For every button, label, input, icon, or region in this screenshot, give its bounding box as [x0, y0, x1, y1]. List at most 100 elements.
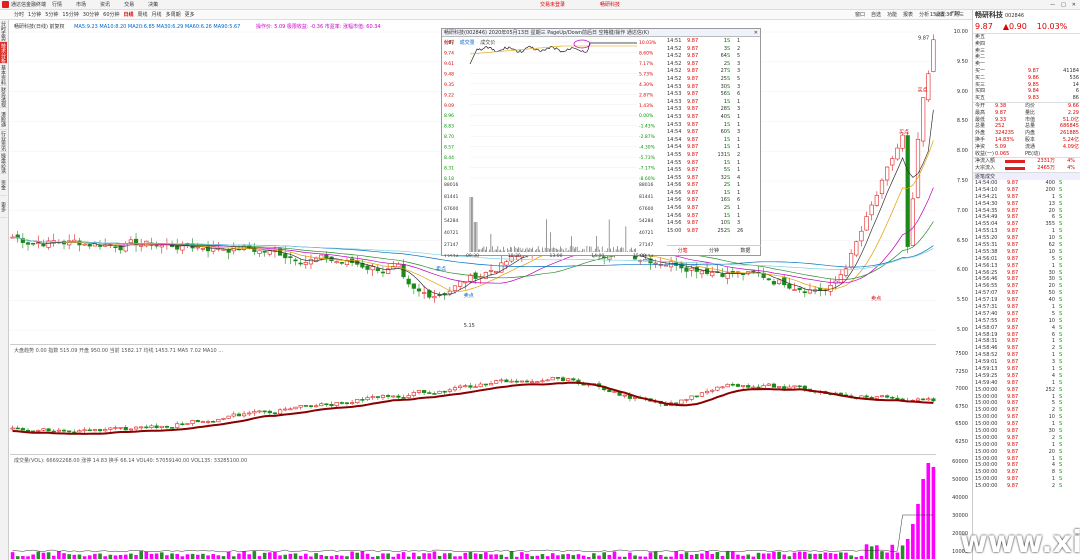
tick-row[interactable]: 14:54 9.87 60 S 3: [667, 129, 761, 137]
tick-row[interactable]: 14:56 9.87 2 S 1: [667, 205, 761, 213]
deal-row[interactable]: 14:56:55 9.87 20 S: [973, 283, 1080, 290]
menu-item[interactable]: 资讯: [100, 1, 110, 8]
deal-row[interactable]: 14:57:40 9.87 5 S: [973, 311, 1080, 318]
tick-row[interactable]: 14:55 9.87 32 S 4: [667, 175, 761, 183]
tick-row[interactable]: 14:52 9.87 25 S 5: [667, 76, 761, 84]
tick-row[interactable]: 14:53 9.87 1 S 1: [667, 122, 761, 130]
deal-row[interactable]: 14:58:07 9.87 4 S: [973, 325, 1080, 332]
maximize-icon[interactable]: □: [1061, 2, 1066, 8]
tick-row[interactable]: 14:53 9.87 40 S 1: [667, 114, 761, 122]
deal-row[interactable]: 14:55:13 9.87 1 S: [973, 228, 1080, 235]
deal-row[interactable]: 15:00:00 9.87 1 S: [973, 394, 1080, 401]
volume-chart[interactable]: [10, 455, 936, 560]
left-nav-tab[interactable]: 分时走势: [0, 20, 7, 42]
tick-row[interactable]: 14:54 9.87 1 S 1: [667, 137, 761, 145]
left-nav-tab[interactable]: 更多: [0, 196, 7, 218]
deal-row[interactable]: 14:59:01 9.87 3 S: [973, 359, 1080, 366]
close-icon[interactable]: ✕: [1072, 2, 1076, 8]
toolbar-button[interactable]: 窗口: [855, 11, 865, 18]
tick-row[interactable]: 15:00 9.87 252 S 26: [667, 228, 761, 236]
tick-row[interactable]: 14:55 9.87 5 S 1: [667, 167, 761, 175]
period-tab[interactable]: 月线: [152, 11, 162, 18]
index-pane[interactable]: 大盘趋势 0.00 指数 515.09 开盘 950.00 当前 1582.17…: [10, 344, 936, 452]
tick-tab[interactable]: 数据: [740, 247, 750, 254]
deal-row[interactable]: 14:56:25 9.87 30 S: [973, 270, 1080, 277]
deal-row[interactable]: 14:59:40 9.87 1 S: [973, 380, 1080, 387]
toolbar-button[interactable]: 自选: [871, 11, 881, 18]
minimize-icon[interactable]: —: [1050, 2, 1055, 8]
deal-row[interactable]: 15:00:00 9.87 2 S: [973, 407, 1080, 414]
left-nav-tab[interactable]: 港股通: [0, 108, 7, 130]
tick-row[interactable]: 14:53 9.87 56 S 6: [667, 91, 761, 99]
deal-row[interactable]: 14:55:31 9.87 62 S: [973, 242, 1080, 249]
tick-row[interactable]: 14:56 9.87 16 S 6: [667, 197, 761, 205]
period-tab[interactable]: 日线: [124, 11, 134, 18]
deal-row[interactable]: 15:00:00 9.87 252 S: [973, 387, 1080, 394]
deal-row[interactable]: 14:58:31 9.87 1 S: [973, 338, 1080, 345]
intraday-chart[interactable]: 9.87 10.03% 9.74 8.60% 9.61 7.17% 9.48 5.73% 9.3…: [442, 38, 667, 257]
deal-row[interactable]: 14:55:20 9.87 10 S: [973, 235, 1080, 242]
left-nav-tab[interactable]: 操盘必读: [0, 152, 7, 174]
deal-row[interactable]: 14:57:55 9.87 10 S: [973, 318, 1080, 325]
deal-row[interactable]: 15:00:00 9.87 30 S: [973, 428, 1080, 435]
period-tab[interactable]: 60分钟: [103, 11, 119, 18]
menu-item[interactable]: 行情: [52, 1, 62, 8]
tick-row[interactable]: 14:52 9.87 2 S 3: [667, 61, 761, 69]
deal-row[interactable]: 14:56:46 9.87 30 S: [973, 276, 1080, 283]
tick-row[interactable]: 14:54 9.87 1 S 1: [667, 144, 761, 152]
period-tab[interactable]: 分时: [14, 11, 24, 18]
tick-row[interactable]: 14:51 9.87 1 S 1: [667, 38, 761, 46]
left-nav-tab[interactable]: 财务透视: [0, 86, 7, 108]
tick-row[interactable]: 14:53 9.87 28 S 3: [667, 106, 761, 114]
tick-row[interactable]: 14:56 9.87 1 S 1: [667, 213, 761, 221]
menu-item[interactable]: 市场: [76, 1, 86, 8]
toolbar-button[interactable]: 报表: [903, 11, 913, 18]
tick-row[interactable]: 14:55 9.87 131 S 2: [667, 152, 761, 160]
tick-list[interactable]: 14:51 9.87 1 S 1 14:52 9.87 3 S 2 14:52 9.87 64 S 5 14:…: [667, 38, 761, 246]
toolbar-button[interactable]: 分析: [919, 11, 929, 18]
period-tab[interactable]: 30分钟: [83, 11, 99, 18]
deal-row[interactable]: 14:54:21 9.87 1 S: [973, 194, 1080, 201]
left-nav-tab[interactable]: 资金: [0, 174, 7, 196]
deal-row[interactable]: 14:54:35 9.87 20 S: [973, 208, 1080, 215]
menu-item[interactable]: 交易: [124, 1, 134, 8]
deal-row[interactable]: 15:00:00 9.87 10 S: [973, 414, 1080, 421]
index-chart[interactable]: [10, 345, 936, 453]
tick-row[interactable]: 14:53 9.87 30 S 3: [667, 84, 761, 92]
deal-row[interactable]: 15:00:00 9.87 1 S: [973, 476, 1080, 483]
deal-row[interactable]: 15:00:00 9.87 8 S: [973, 469, 1080, 476]
deal-row[interactable]: 14:57:31 9.87 1 S: [973, 304, 1080, 311]
left-nav-tab[interactable]: 行业资讯: [0, 130, 7, 152]
deal-row[interactable]: 15:00:00 9.87 5 S: [973, 400, 1080, 407]
deal-row[interactable]: 14:56:01 9.87 5 S: [973, 256, 1080, 263]
tick-row[interactable]: 14:55 9.87 1 S 1: [667, 160, 761, 168]
deal-row[interactable]: 14:59:13 9.87 1 S: [973, 366, 1080, 373]
deal-row[interactable]: 14:56:13 9.87 1 S: [973, 263, 1080, 270]
tick-row[interactable]: 14:56 9.87 1 S 1: [667, 190, 761, 198]
deal-row[interactable]: 14:54:49 9.87 6 S: [973, 214, 1080, 221]
period-tab[interactable]: 多周期: [166, 11, 181, 18]
toolbar-button[interactable]: 功能: [887, 11, 897, 18]
deal-row[interactable]: 14:58:52 9.87 1 S: [973, 352, 1080, 359]
deal-row[interactable]: 14:58:19 9.87 6 S: [973, 332, 1080, 339]
tick-tab[interactable]: 分钟: [709, 247, 719, 254]
tick-tab[interactable]: 分笔: [678, 247, 688, 254]
deal-row[interactable]: 14:54:10 9.87 200 S: [973, 187, 1080, 194]
deal-row[interactable]: 15:00:00 9.87 2 S: [973, 435, 1080, 442]
deal-row[interactable]: 14:54:00 9.87 400 S: [973, 180, 1080, 187]
period-tab[interactable]: 更多: [185, 11, 195, 18]
tick-row[interactable]: 14:52 9.87 27 S 3: [667, 68, 761, 76]
period-tab[interactable]: 周线: [138, 11, 148, 18]
left-nav-tab[interactable]: 技术分析: [0, 42, 7, 64]
tick-row[interactable]: 14:56 9.87 10 S 3: [667, 220, 761, 228]
volume-pane[interactable]: 成交量(VOL): 66692268.00 涨停 14.83 换手 66.14 …: [10, 454, 936, 560]
tick-row[interactable]: 14:56 9.87 2 S 1: [667, 182, 761, 190]
deal-row[interactable]: 15:00:00 9.87 2 S: [973, 483, 1080, 490]
deal-row[interactable]: 14:55:04 9.87 355 S: [973, 221, 1080, 228]
deal-row[interactable]: 14:54:30 9.87 13 S: [973, 201, 1080, 208]
tick-row[interactable]: 14:53 9.87 1 S 1: [667, 99, 761, 107]
deal-row[interactable]: 15:00:00 9.87 1 S: [973, 442, 1080, 449]
popup-header[interactable]: 畅研科技(002846) 2020年05月13日 星期三 PageUp/Down…: [442, 29, 760, 37]
period-tab[interactable]: 15分钟: [62, 11, 78, 18]
period-tab[interactable]: 1分钟: [28, 11, 41, 18]
